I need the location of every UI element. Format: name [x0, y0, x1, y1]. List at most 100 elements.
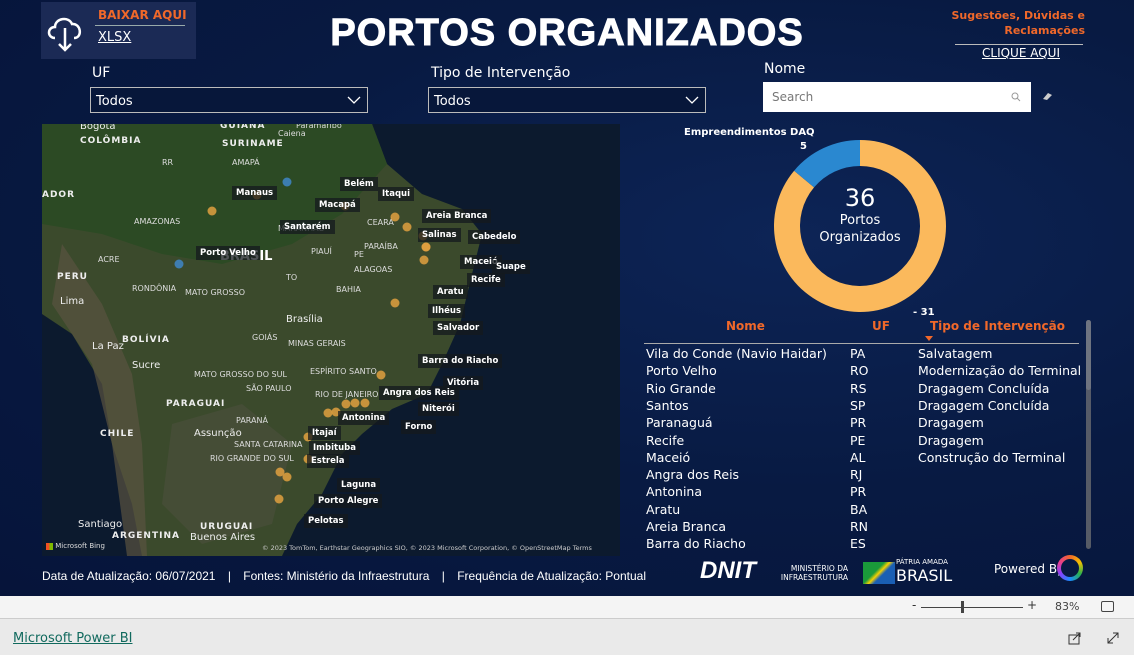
fullscreen-icon[interactable]: [1106, 631, 1120, 645]
port-label: Porto Velho: [196, 246, 260, 260]
map-place-label: RIO DE JANEIRO: [315, 390, 379, 399]
tipo-dropdown[interactable]: Todos: [428, 87, 706, 113]
map-place-label: CEARÁ: [367, 218, 394, 227]
table-cell: RO: [850, 363, 869, 379]
map-place-label: PE: [354, 250, 364, 259]
port-label: Niterói: [418, 402, 459, 416]
map-place-label: TO: [286, 273, 298, 282]
port-marker[interactable]: [390, 298, 400, 308]
map-place-label: RR: [162, 158, 174, 167]
map-place-label: MATO GROSSO: [185, 288, 245, 297]
eraser-icon[interactable]: [1041, 91, 1053, 101]
port-marker[interactable]: [376, 370, 386, 380]
search-input[interactable]: Search: [763, 82, 1031, 112]
zoom-slider-handle[interactable]: [961, 601, 964, 613]
table-cell: Barra do Riacho: [646, 536, 746, 552]
port-marker[interactable]: [341, 399, 351, 409]
port-label: Itaqui: [378, 187, 415, 201]
sort-desc-icon: [925, 336, 933, 341]
port-marker[interactable]: [419, 255, 429, 265]
map-place-label: Bogotá: [80, 124, 116, 132]
map-place-label: Assunção: [194, 428, 242, 439]
port-marker[interactable]: [174, 259, 184, 269]
port-marker[interactable]: [282, 177, 292, 187]
map-place-label: ACRE: [98, 255, 120, 264]
table-cell: Porto Velho: [646, 363, 717, 379]
header-divider: [644, 343, 1079, 344]
dnit-logo: DNIT: [700, 557, 756, 584]
port-label: Itajaí: [308, 426, 341, 440]
ministerio-logo: MINISTÉRIO DA INFRAESTRUTURA: [780, 564, 848, 582]
column-header-uf[interactable]: UF: [872, 319, 890, 333]
port-marker[interactable]: [274, 494, 284, 504]
zoom-slider[interactable]: [921, 607, 1023, 608]
bing-logo: Microsoft Bing: [46, 542, 105, 550]
map-place-label: CHILE: [100, 429, 135, 439]
port-marker[interactable]: [402, 222, 412, 232]
brasil-logo: BRASIL: [896, 566, 953, 585]
port-marker[interactable]: [350, 398, 360, 408]
uf-dropdown[interactable]: Todos: [90, 87, 368, 113]
map-place-label: PARAÍBA: [364, 242, 398, 251]
divider: [955, 44, 1083, 45]
table-cell: Dragagem Concluída: [918, 397, 1050, 413]
map-place-label: SÃO PAULO: [246, 384, 292, 393]
port-label: Areia Branca: [422, 209, 492, 223]
map-place-label: Brasília: [286, 314, 323, 325]
table-cell: PR: [850, 484, 867, 500]
table-cell: Modernização do Terminal: [918, 363, 1082, 379]
port-label: Angra dos Reis: [379, 386, 459, 400]
table-cell: SP: [850, 397, 866, 413]
map-attribution[interactable]: © 2023 TomTom, Earthstar Geographics SIO…: [262, 544, 592, 552]
table-cell: Angra dos Reis: [646, 467, 740, 483]
powered-by-label: Powered By: [994, 562, 1065, 576]
map-place-label: AMAPÁ: [232, 158, 260, 167]
sources: Fontes: Ministério da Infraestrutura: [243, 569, 430, 583]
zoom-in-button[interactable]: +: [1027, 598, 1037, 612]
search-placeholder: Search: [772, 90, 814, 104]
map-place-label: RIO GRANDE DO SUL: [210, 454, 294, 463]
map-place-label: PARAGUAI: [166, 399, 226, 409]
table-cell: AL: [850, 449, 866, 465]
donut-legend-title: Empreendimentos DAQ: [684, 127, 815, 138]
feedback-link[interactable]: CLIQUE AQUI: [982, 46, 1060, 60]
map-visual[interactable]: Bogotá COLÔMBIA GUIANA Paramaribo SURINAME Ca…: [42, 124, 620, 556]
port-label: Santarém: [280, 220, 335, 234]
map-place-label: Sucre: [132, 360, 161, 371]
zoom-out-button[interactable]: -: [912, 598, 916, 612]
map-place-label: SANTA CATARINA: [234, 440, 303, 449]
table-cell: Vila do Conde (Navio Haidar): [646, 346, 827, 361]
map-place-label: BAHIA: [336, 285, 361, 294]
map-place-label: ADOR: [42, 190, 76, 200]
power-bi-link[interactable]: Microsoft Power BI: [13, 631, 132, 646]
map-place-label: La Paz: [92, 341, 124, 352]
table-cell: BA: [850, 501, 868, 517]
table-cell: Paranaguá: [646, 415, 713, 431]
total-count: 36: [844, 184, 876, 212]
map-place-label: GUIANA: [220, 124, 266, 131]
table-scrollbar[interactable]: [1086, 320, 1091, 549]
column-header-tipo[interactable]: Tipo de Intervenção: [930, 319, 1065, 333]
table-cell: Areia Branca: [646, 519, 727, 534]
port-label: Forno: [401, 420, 437, 434]
share-icon[interactable]: [1068, 631, 1082, 645]
port-marker[interactable]: [360, 398, 370, 408]
table-cell: RJ: [850, 467, 863, 483]
donut-center: 36 Portos Organizados: [808, 184, 912, 246]
port-marker[interactable]: [323, 408, 333, 418]
map-place-label: PIAUÍ: [311, 247, 332, 256]
separator: |: [227, 569, 231, 583]
port-marker[interactable]: [390, 212, 400, 222]
map-place-label: Caiena: [278, 129, 306, 138]
port-label: Porto Alegre: [314, 494, 383, 508]
map-place-label: MINAS GERAIS: [288, 339, 346, 348]
table-cell: Santos: [646, 397, 689, 413]
column-header-nome[interactable]: Nome: [726, 319, 765, 333]
port-marker[interactable]: [421, 242, 431, 252]
port-label: Imbituba: [309, 441, 360, 455]
port-marker[interactable]: [282, 472, 292, 482]
port-label: Aratu: [433, 285, 468, 299]
fit-to-page-icon[interactable]: [1101, 601, 1114, 612]
port-marker[interactable]: [207, 206, 217, 216]
feedback-label: Sugestões, Dúvidas e Reclamações: [951, 9, 1085, 37]
